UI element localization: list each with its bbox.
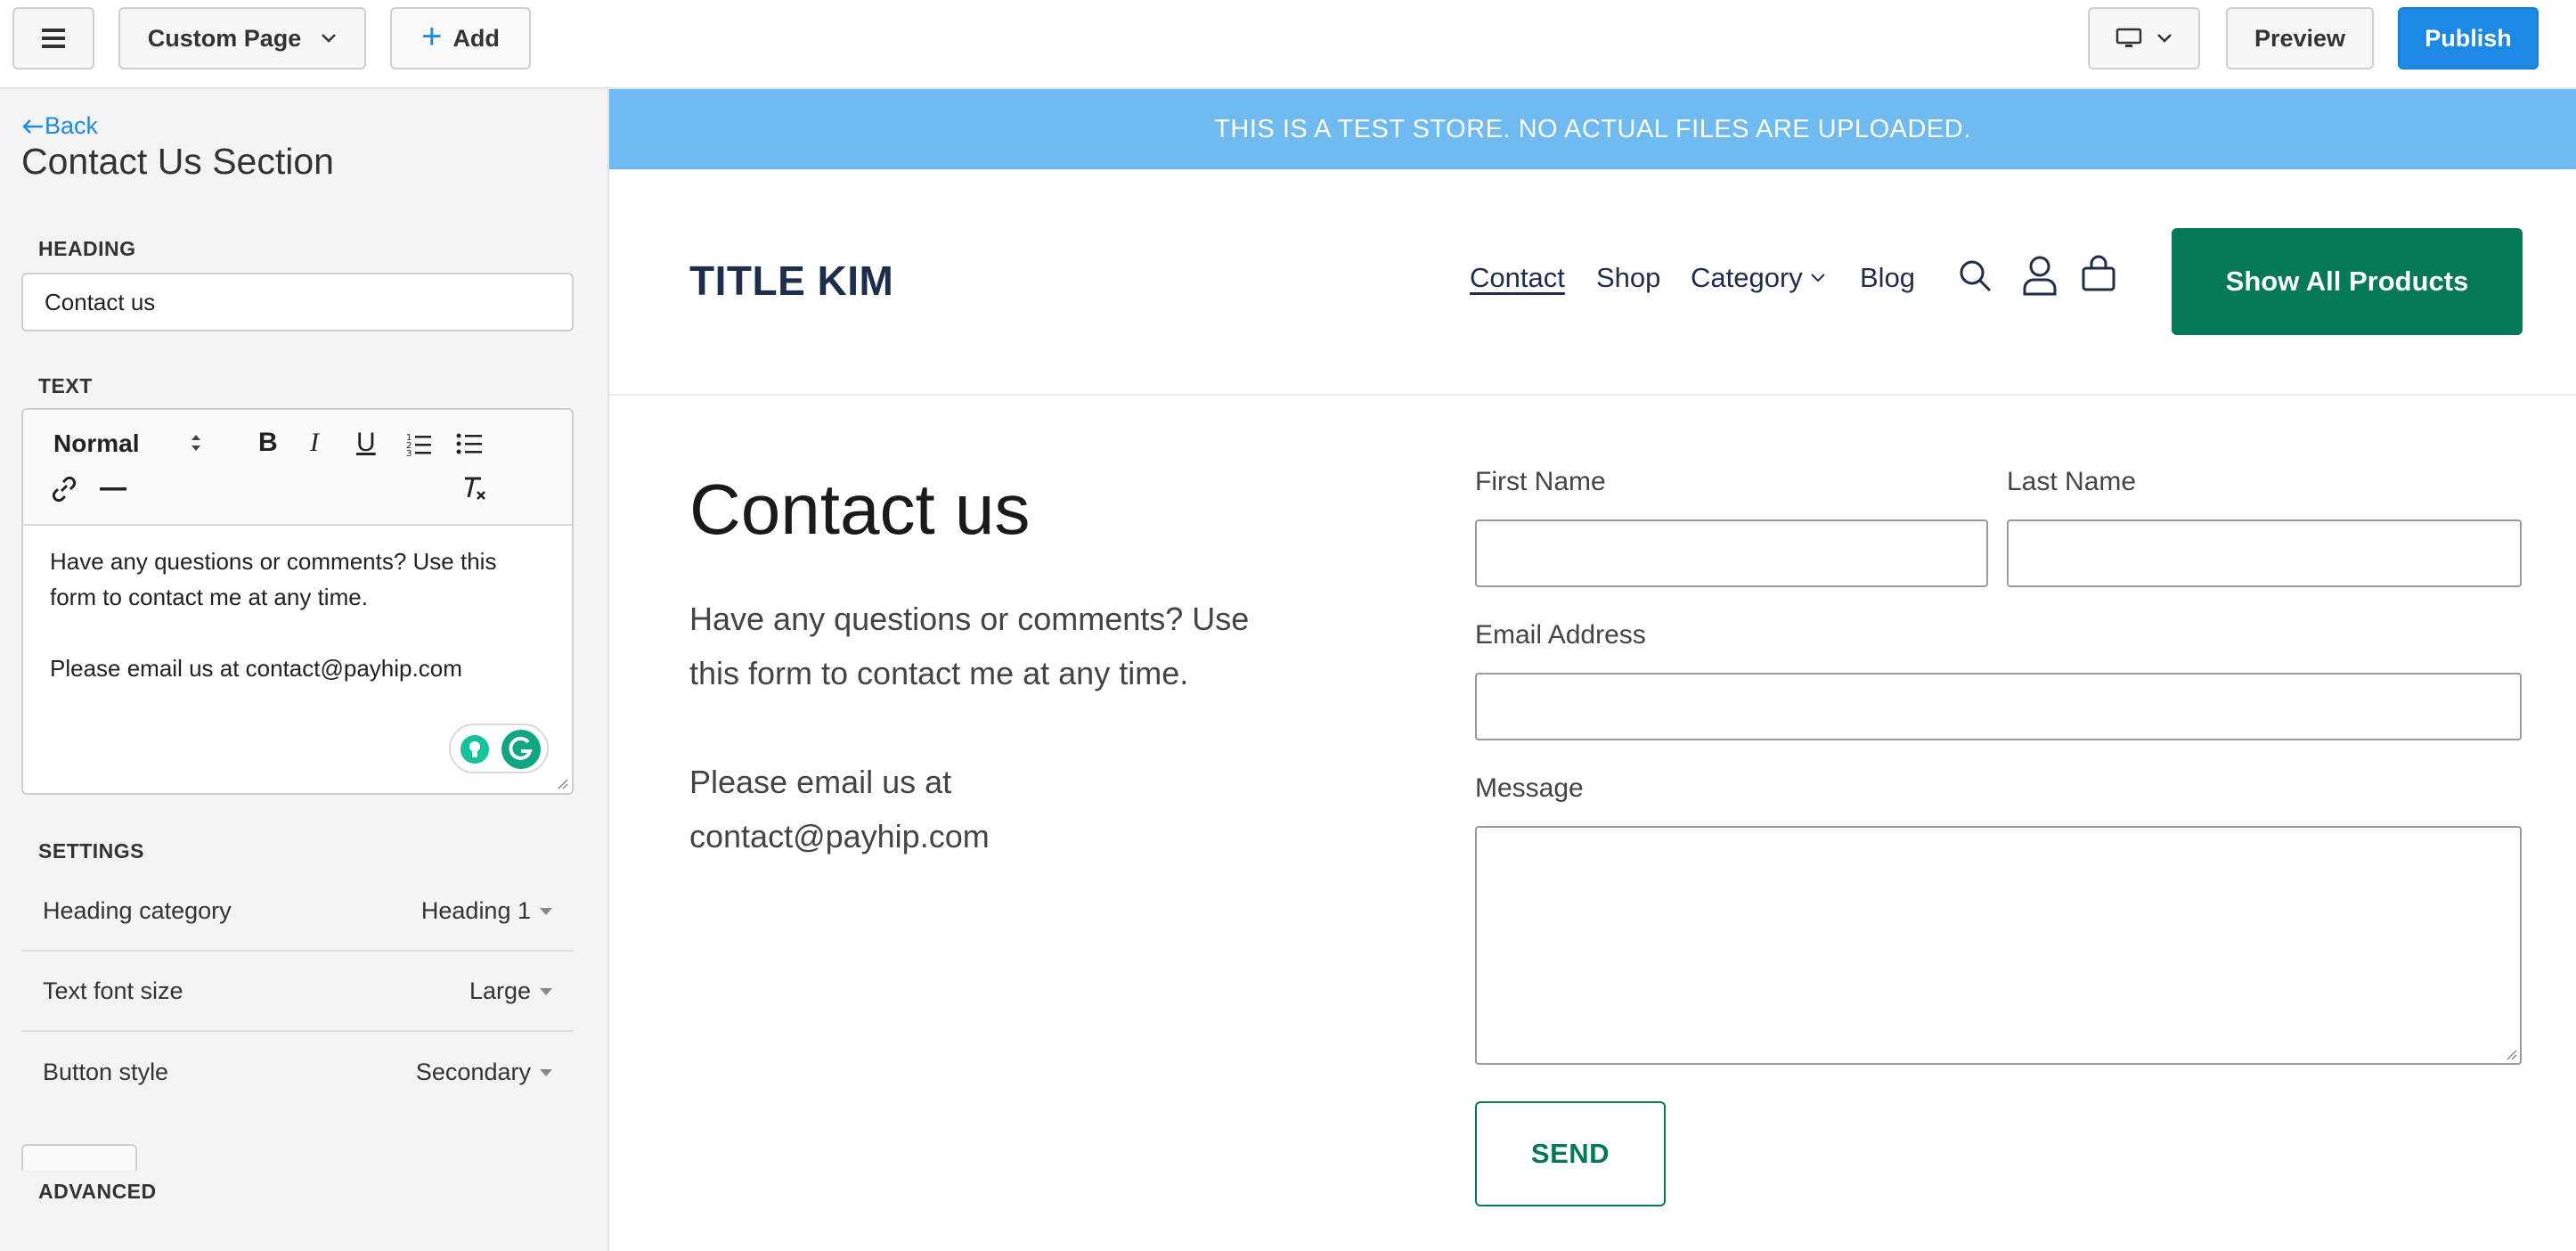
ordered-list-icon[interactable]: 1 2 3 xyxy=(406,431,433,456)
bullet-list-icon[interactable] xyxy=(456,431,483,456)
chevron-down-icon xyxy=(322,34,337,43)
setting-value: Secondary xyxy=(415,1058,531,1085)
text-field-label: TEXT xyxy=(38,374,93,397)
contact-heading: Contact us xyxy=(689,470,1031,549)
store-preview: THIS IS A TEST STORE. NO ACTUAL FILES AR… xyxy=(609,89,2576,1251)
nav-blog[interactable]: Blog xyxy=(1860,262,1915,294)
cart-icon[interactable] xyxy=(2081,255,2116,292)
svg-text:3: 3 xyxy=(406,449,412,456)
italic-icon[interactable]: I xyxy=(310,428,319,458)
caret-down-icon xyxy=(540,908,552,915)
setting-value: Large xyxy=(469,977,531,1004)
text-format-select[interactable]: Normal xyxy=(53,429,139,458)
sidebar-title: Contact Us Section xyxy=(21,141,334,182)
plus-icon: + xyxy=(421,17,443,56)
editor-paragraph: Have any questions or comments? Use this… xyxy=(50,548,497,610)
setting-text-font-size[interactable]: Text font size Large xyxy=(21,952,574,1032)
first-name-input[interactable] xyxy=(1475,519,1988,587)
editor-toolbar: Normal B I U 1 2 3 xyxy=(23,410,572,526)
setting-heading-category[interactable]: Heading category Heading 1 xyxy=(21,871,574,952)
chevron-down-icon xyxy=(2157,34,2172,43)
preview-button[interactable]: Preview xyxy=(2226,7,2374,70)
underline-icon[interactable]: U xyxy=(356,428,376,458)
advanced-control[interactable] xyxy=(21,1144,137,1171)
back-label: Back xyxy=(45,112,99,139)
store-title[interactable]: TITLE KIM xyxy=(689,257,893,305)
last-name-input[interactable] xyxy=(2007,519,2522,587)
page-type-dropdown[interactable]: Custom Page xyxy=(118,7,366,70)
arrow-left-icon xyxy=(22,119,43,134)
menu-button[interactable] xyxy=(12,7,94,70)
message-label: Message xyxy=(1475,773,1584,803)
add-label: Add xyxy=(452,24,500,52)
contact-paragraph: Have any questions or comments? Use this… xyxy=(689,601,1250,691)
send-button[interactable]: SEND xyxy=(1475,1101,1666,1206)
last-name-label: Last Name xyxy=(2007,467,2137,496)
contact-text: Have any questions or comments? Use this… xyxy=(689,592,1259,863)
setting-button-style[interactable]: Button style Secondary xyxy=(21,1032,574,1112)
show-all-products-button[interactable]: Show All Products xyxy=(2172,228,2523,335)
nav-contact[interactable]: Contact xyxy=(1470,262,1565,294)
settings-label: SETTINGS xyxy=(38,839,145,863)
heading-field-label: HEADING xyxy=(38,237,136,260)
caret-down-icon xyxy=(540,988,552,995)
setting-label: Heading category xyxy=(43,896,232,924)
back-link[interactable]: Back xyxy=(21,112,98,140)
grammarly-widget[interactable] xyxy=(449,724,549,773)
user-icon[interactable] xyxy=(2022,255,2058,296)
heading-input[interactable]: Contact us xyxy=(21,273,574,331)
publish-button[interactable]: Publish xyxy=(2398,7,2539,70)
top-toolbar: Custom Page + Add Preview Publish xyxy=(0,0,2576,89)
desktop-icon xyxy=(2115,28,2142,47)
nav-category-label: Category xyxy=(1691,262,1803,293)
horizontal-rule-icon[interactable] xyxy=(100,487,126,492)
caret-down-icon xyxy=(540,1069,552,1076)
advanced-label: ADVANCED xyxy=(38,1180,157,1203)
add-button[interactable]: + Add xyxy=(390,7,531,70)
device-preview-dropdown[interactable] xyxy=(2088,7,2200,70)
bold-icon[interactable]: B xyxy=(258,428,278,458)
editor-content[interactable]: Have any questions or comments? Use this… xyxy=(50,544,549,686)
email-input[interactable] xyxy=(1475,673,2522,740)
page-type-label: Custom Page xyxy=(147,24,302,52)
setting-label: Text font size xyxy=(43,977,183,1004)
search-icon[interactable] xyxy=(1958,258,1993,294)
setting-label: Button style xyxy=(43,1058,169,1085)
contact-paragraph: Please email us at contact@payhip.com xyxy=(689,764,990,854)
email-label: Email Address xyxy=(1475,620,1646,650)
grammarly-icon xyxy=(501,730,541,769)
link-icon[interactable] xyxy=(50,476,78,503)
resize-handle-icon xyxy=(2507,1050,2517,1060)
first-name-label: First Name xyxy=(1475,467,1606,496)
lightbulb-icon xyxy=(461,735,489,764)
test-store-banner: THIS IS A TEST STORE. NO ACTUAL FILES AR… xyxy=(609,89,2576,169)
nav-shop[interactable]: Shop xyxy=(1596,262,1660,294)
editor-paragraph: Please email us at contact@payhip.com xyxy=(50,655,462,682)
rich-text-editor: Normal B I U 1 2 3 Have any questions or… xyxy=(21,408,574,795)
section-settings-sidebar: Back Contact Us Section HEADING Contact … xyxy=(0,89,609,1251)
clear-format-icon[interactable] xyxy=(460,474,488,503)
chevron-down-icon xyxy=(1811,274,1825,282)
nav-category[interactable]: Category xyxy=(1691,262,1826,294)
setting-value: Heading 1 xyxy=(420,896,531,924)
hamburger-menu-icon xyxy=(42,29,65,48)
store-header: TITLE KIM Contact Shop Category Blog Sho… xyxy=(609,169,2576,396)
select-arrows-icon xyxy=(192,435,200,451)
message-textarea[interactable] xyxy=(1475,826,2522,1065)
resize-handle-icon[interactable] xyxy=(554,775,568,789)
